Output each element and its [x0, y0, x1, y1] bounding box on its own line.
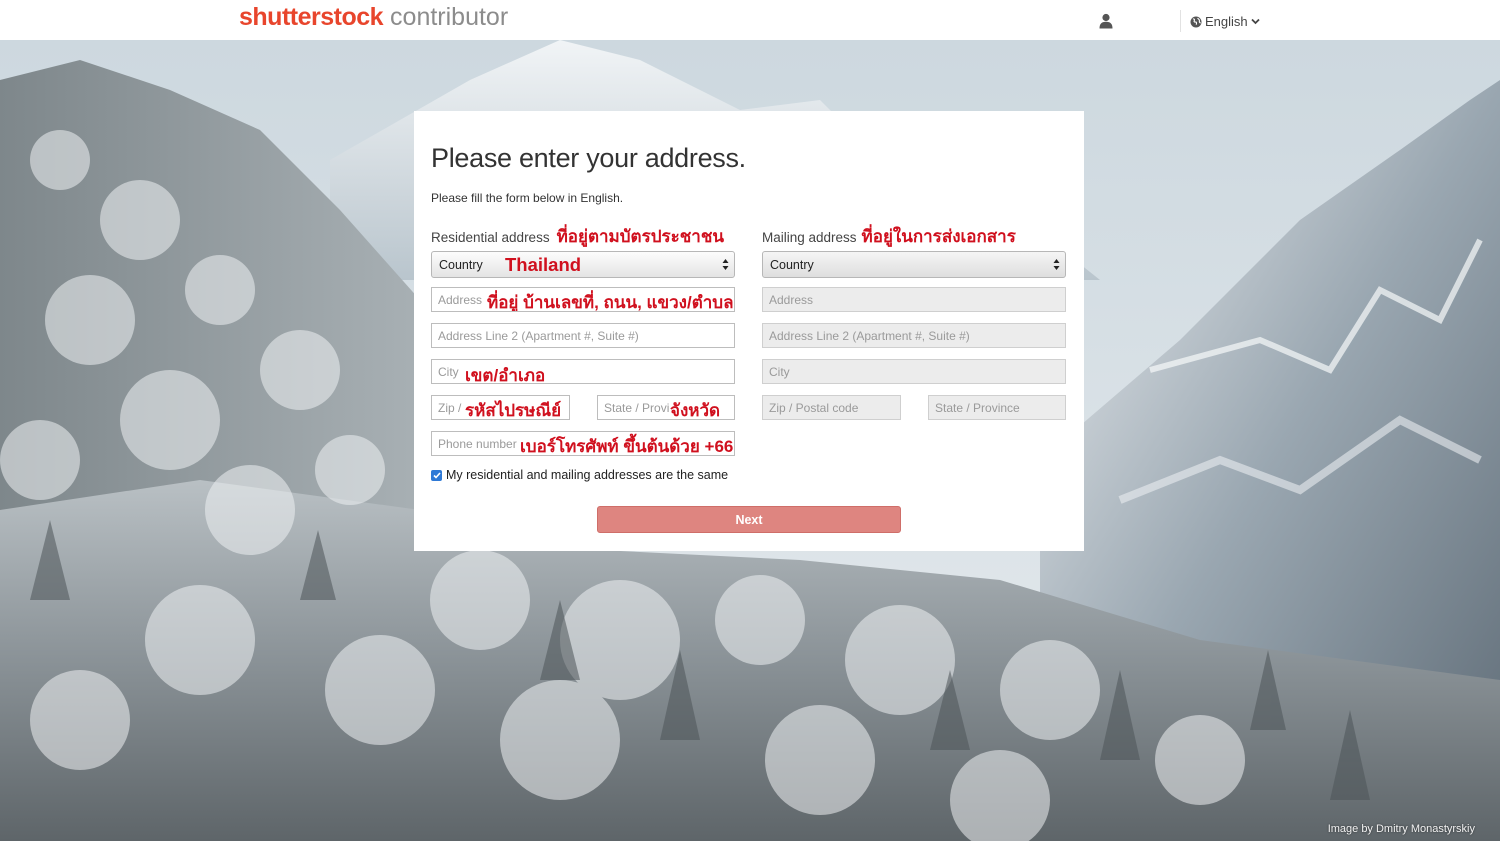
residential-country-select[interactable]: Country Thailand — [431, 251, 735, 278]
residential-zip-thai-annotation: รหัสไปรษณีย์ — [465, 397, 566, 419]
residential-address-heading: Residential address ที่อยู่ตามบัตรประชาช… — [431, 223, 724, 250]
residential-address-placeholder: Address — [438, 292, 483, 307]
residential-phone-thai-annotation: เบอร์โทรศัพท์ ขึ้นต้นด้วย +66 — [520, 433, 734, 455]
residential-heading-thai-annotation: ที่อยู่ตามบัตรประชาชน — [556, 227, 725, 246]
residential-country-value: Thailand — [505, 254, 582, 275]
same-address-checkbox-row[interactable]: My residential and mailing addresses are… — [431, 468, 728, 482]
residential-country-label: Country — [439, 257, 483, 272]
header-divider — [1180, 10, 1181, 32]
mailing-heading-label: Mailing address — [762, 230, 857, 245]
mailing-state-placeholder: State / Province — [935, 400, 1020, 415]
language-label: English — [1205, 14, 1248, 29]
mailing-address-line2-placeholder: Address Line 2 (Apartment #, Suite #) — [769, 328, 970, 343]
mailing-zip-input[interactable]: Zip / Postal code — [762, 395, 901, 420]
residential-state-thai-annotation: จังหวัด — [670, 397, 725, 419]
photo-credit: Image by Dmitry Monastyrskiy — [1327, 823, 1475, 835]
user-icon[interactable] — [1099, 13, 1113, 29]
residential-state-input[interactable]: State / Province จังหวัด — [597, 395, 735, 420]
top-navigation-bar: shutterstock contributor English — [0, 0, 1500, 40]
residential-phone-input[interactable]: Phone number เบอร์โทรศัพท์ ขึ้นต้นด้วย +… — [431, 431, 735, 456]
residential-city-input[interactable]: City เขต/อำเภอ — [431, 359, 735, 384]
residential-city-placeholder: City — [438, 364, 459, 379]
residential-heading-label: Residential address — [431, 230, 550, 245]
language-selector[interactable]: English — [1190, 14, 1263, 29]
residential-address-line2-placeholder: Address Line 2 (Apartment #, Suite #) — [438, 328, 639, 343]
page-title: Please enter your address. — [431, 143, 746, 173]
globe-icon — [1190, 16, 1202, 27]
mailing-address-line2-input[interactable]: Address Line 2 (Apartment #, Suite #) — [762, 323, 1066, 348]
mailing-city-input[interactable]: City — [762, 359, 1066, 384]
form-instructions: Please fill the form below in English. — [431, 191, 624, 205]
residential-city-thai-annotation: เขต/อำเภอ — [465, 366, 546, 384]
residential-address-thai-annotation: ที่อยู่ บ้านเลขที่, ถนน, แขวง/ตำบล — [487, 293, 734, 312]
logo-product-text: contributor — [390, 3, 509, 31]
mailing-zip-placeholder: Zip / Postal code — [769, 400, 859, 415]
residential-phone-placeholder: Phone number — [438, 436, 517, 451]
shutterstock-contributor-logo[interactable]: shutterstock contributor — [239, 3, 508, 35]
same-address-label: My residential and mailing addresses are… — [446, 468, 729, 482]
same-address-checkbox[interactable] — [431, 469, 442, 481]
checkmark-icon — [432, 471, 441, 479]
select-arrows-icon — [1053, 259, 1060, 270]
mailing-country-select[interactable]: Country — [762, 251, 1066, 278]
chevron-down-icon — [1251, 18, 1260, 25]
residential-zip-input[interactable]: Zip / Postal code รหัสไปรษณีย์ — [431, 395, 570, 420]
mailing-address-heading: Mailing address ที่อยู่ในการส่งเอกสาร — [762, 223, 1016, 250]
mailing-heading-thai-annotation: ที่อยู่ในการส่งเอกสาร — [861, 227, 1016, 246]
address-form-card: Please enter your address. Please fill t… — [414, 111, 1084, 551]
next-button[interactable]: Next — [597, 506, 901, 533]
mailing-address-placeholder: Address — [769, 292, 814, 307]
logo-brand-text: shutterstock — [239, 3, 384, 31]
residential-address-input[interactable]: Address ที่อยู่ บ้านเลขที่, ถนน, แขวง/ตำ… — [431, 287, 735, 312]
select-arrows-icon — [722, 259, 729, 270]
residential-address-line2-input[interactable]: Address Line 2 (Apartment #, Suite #) — [431, 323, 735, 348]
mailing-address-input[interactable]: Address — [762, 287, 1066, 312]
mailing-city-placeholder: City — [769, 364, 790, 379]
mailing-country-label: Country — [770, 257, 814, 272]
mailing-state-input[interactable]: State / Province — [928, 395, 1066, 420]
